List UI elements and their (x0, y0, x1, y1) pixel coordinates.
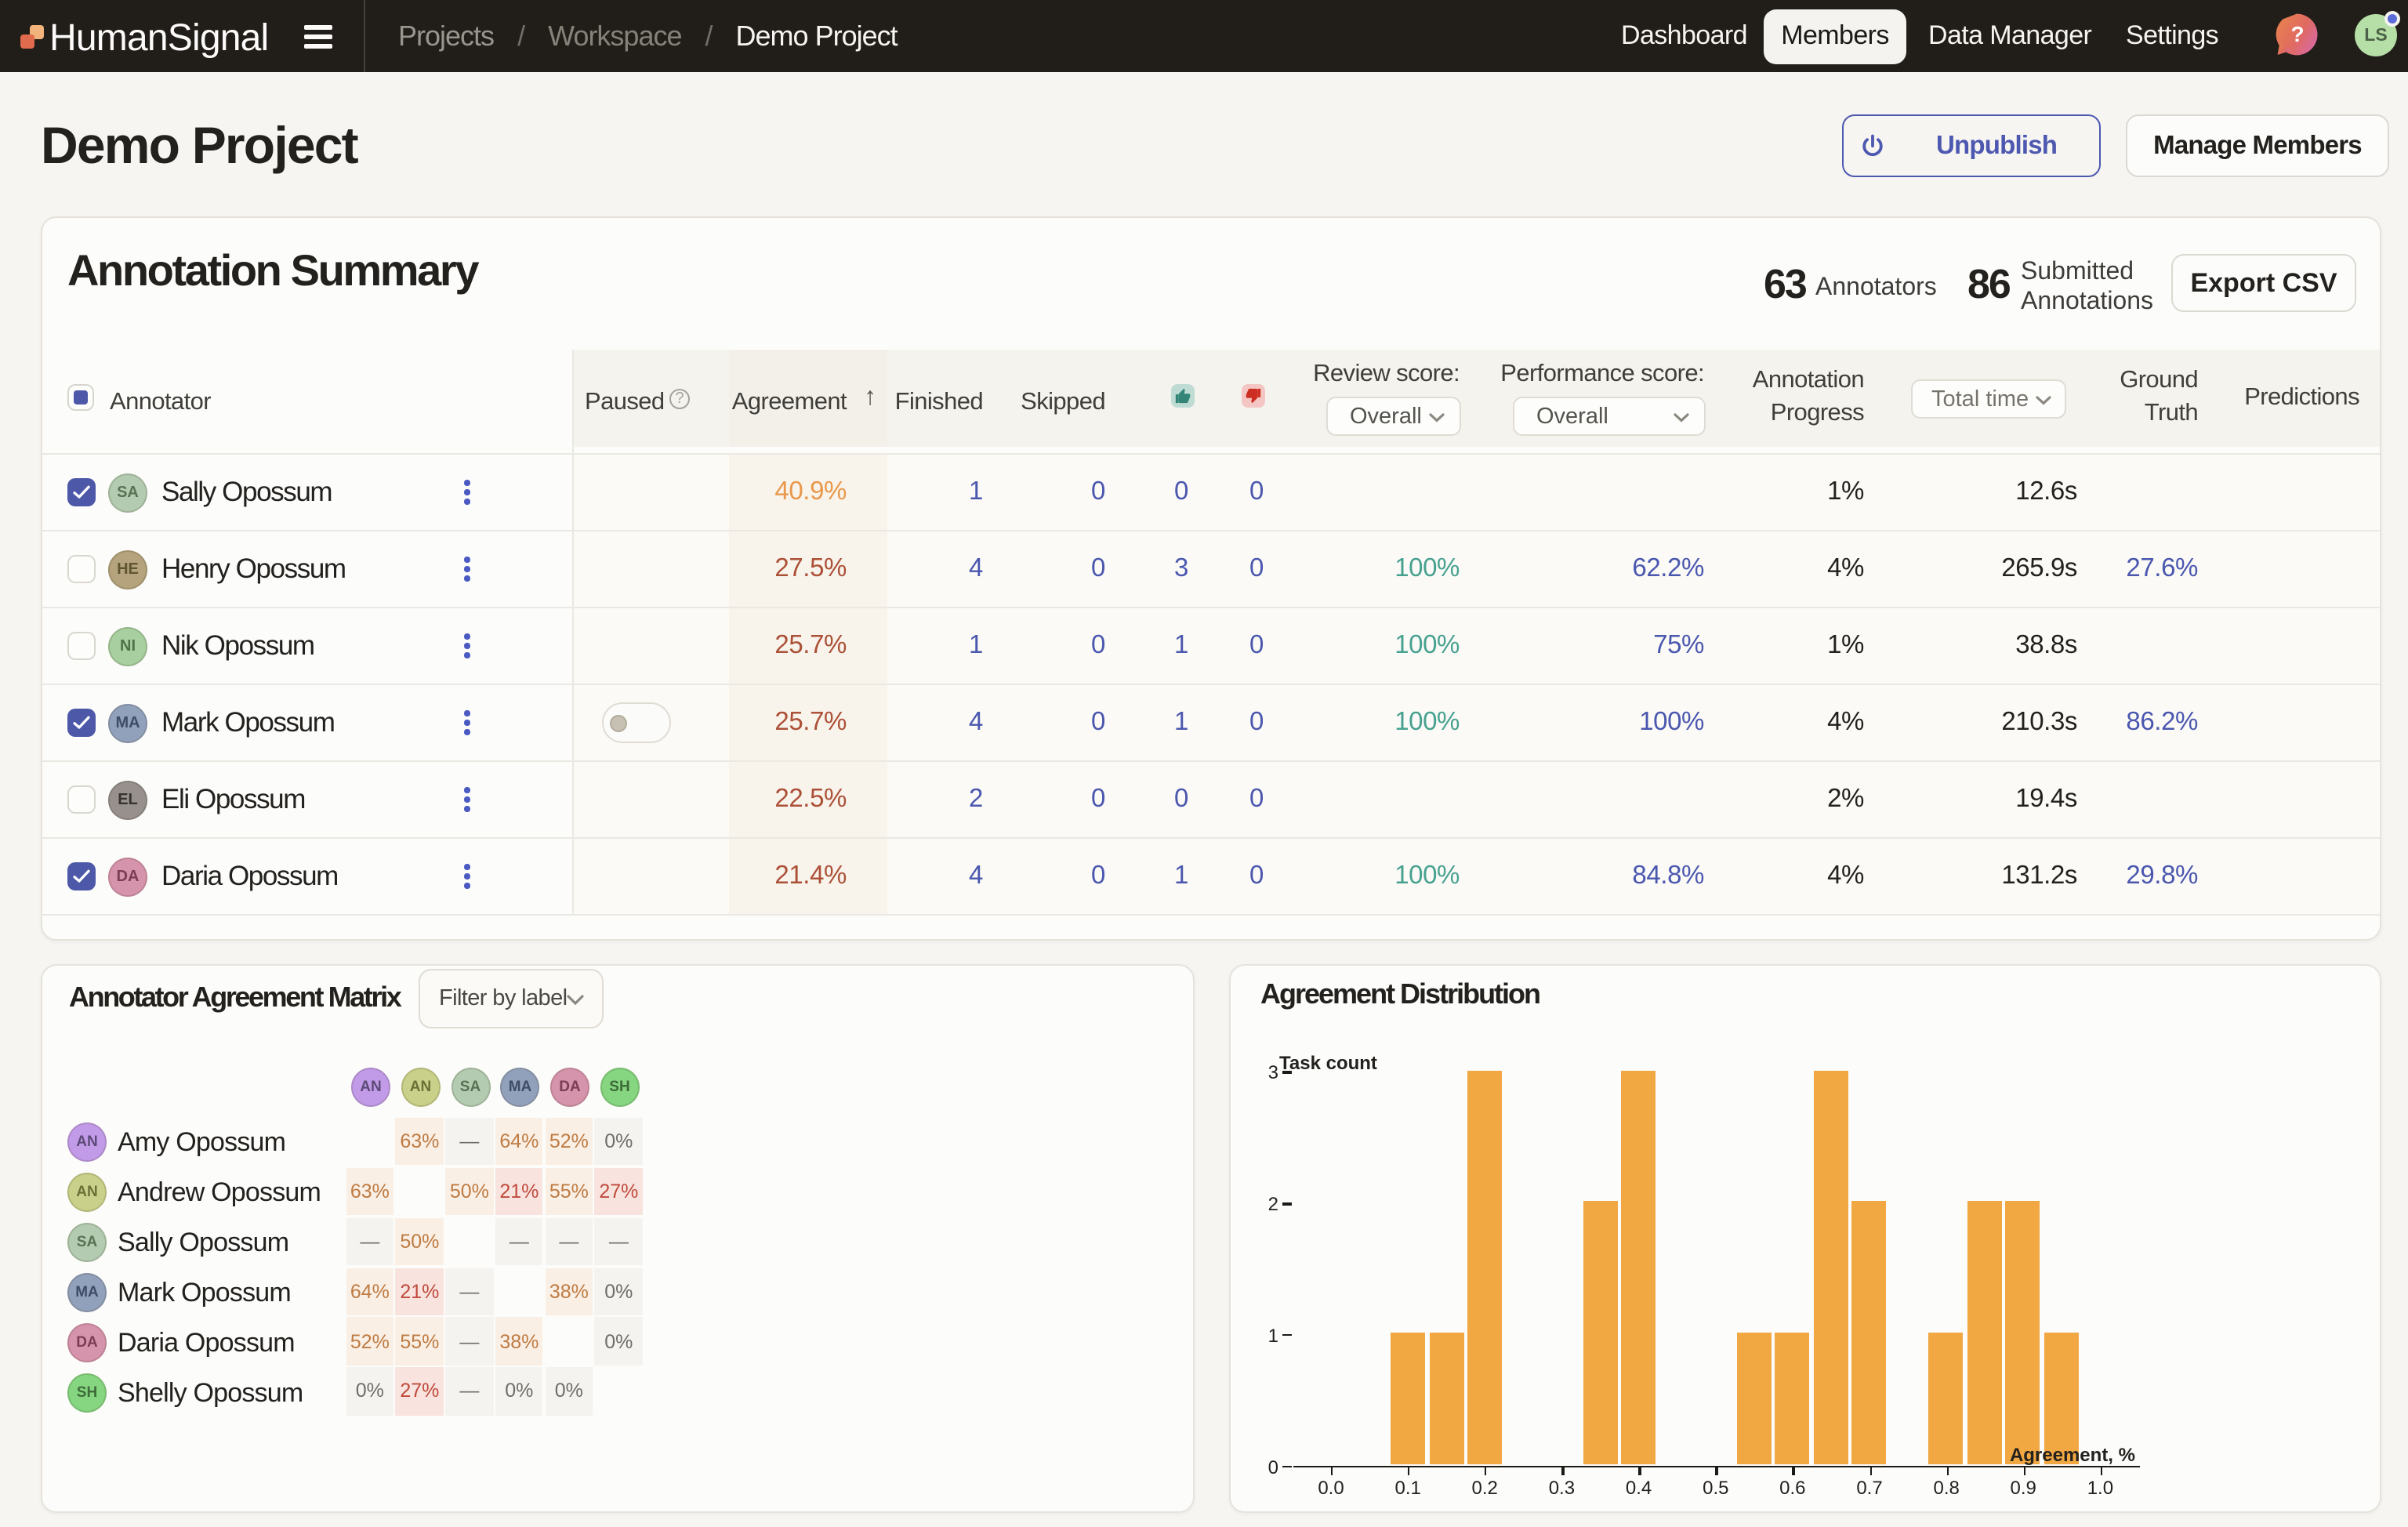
svg-text:?: ? (2290, 22, 2304, 46)
